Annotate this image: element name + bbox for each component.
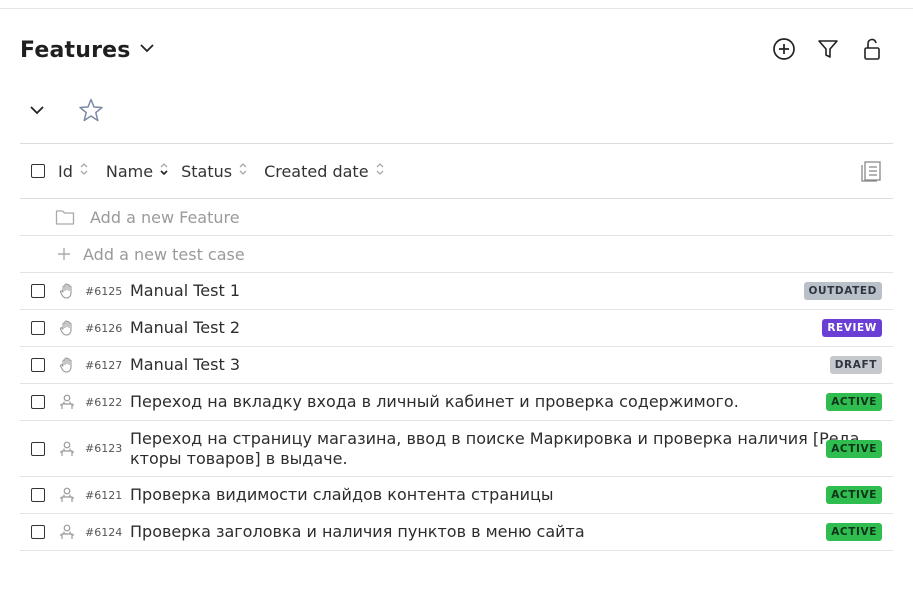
select-all-checkbox[interactable] [31, 164, 45, 178]
table-row[interactable]: #6126 Manual Test 2 REVIEW [20, 310, 893, 347]
test-case-name[interactable]: Manual Test 3 [130, 355, 240, 375]
automated-robot-icon [58, 523, 76, 541]
column-id[interactable]: Id [58, 161, 89, 181]
test-case-id: #6127 [85, 358, 123, 372]
table-row[interactable]: #6121 Проверка видимости слайдов контента… [20, 477, 893, 514]
automated-robot-icon [58, 393, 76, 411]
column-status[interactable]: Status [181, 161, 248, 181]
page-header: Features [20, 34, 893, 66]
test-case-name-line: Переход на вкладку входа в личный кабине… [130, 392, 739, 411]
row-checkbox[interactable] [31, 441, 45, 456]
column-name[interactable]: Name [106, 161, 169, 181]
test-case-table: Id Name Status Created date Add a new Fe… [20, 143, 893, 551]
plus-circle-icon[interactable] [771, 36, 797, 62]
test-case-name[interactable]: Manual Test 1 [130, 281, 240, 301]
test-case-name[interactable]: Переход на вкладку входа в личный кабине… [130, 392, 739, 412]
table-header: Id Name Status Created date [20, 143, 893, 199]
row-checkbox[interactable] [31, 284, 45, 298]
table-row[interactable]: #6122 Переход на вкладку входа в личный к… [20, 384, 893, 421]
title-dropdown[interactable]: Features [20, 34, 155, 66]
column-created-date[interactable]: Created date [264, 161, 384, 181]
row-checkbox[interactable] [31, 321, 45, 335]
manual-hand-icon [58, 356, 76, 374]
test-case-id: #6121 [85, 488, 123, 502]
test-case-name-line: Manual Test 3 [130, 355, 240, 374]
filter-icon[interactable] [815, 36, 841, 62]
test-case-name-line: Manual Test 2 [130, 318, 240, 337]
test-case-id: #6125 [85, 284, 123, 298]
status-badge: ACTIVE [826, 393, 882, 411]
row-checkbox[interactable] [31, 488, 45, 502]
sort-desc-icon [159, 161, 169, 181]
manual-hand-icon [58, 282, 76, 300]
table-row[interactable]: #6125 Manual Test 1 OUTDATED [20, 273, 893, 310]
table-row[interactable]: #6124 Проверка заголовка и наличия пункто… [20, 514, 893, 551]
test-case-id: #6124 [85, 525, 123, 539]
secondary-toolbar [28, 98, 104, 126]
column-id-label: Id [58, 161, 73, 181]
sort-icon [238, 161, 248, 181]
status-badge: ACTIVE [826, 523, 882, 541]
test-case-name-line: Переход на страницу магазина, ввод в пои… [130, 428, 860, 448]
page-title: Features [20, 37, 131, 63]
test-case-name-line: Manual Test 1 [130, 281, 240, 300]
plus-icon [57, 247, 71, 261]
top-divider [0, 8, 913, 9]
row-checkbox[interactable] [31, 358, 45, 372]
add-feature-label: Add a new Feature [90, 207, 240, 227]
test-case-name[interactable]: Проверка видимости слайдов контента стра… [130, 485, 554, 505]
table-row[interactable]: #6127 Manual Test 3 DRAFT [20, 347, 893, 384]
add-test-case-row[interactable]: Add a new test case [20, 236, 893, 273]
folder-icon [55, 208, 75, 226]
add-feature-row[interactable]: Add a new Feature [20, 199, 893, 236]
row-checkbox[interactable] [31, 395, 45, 409]
status-badge: REVIEW [822, 319, 882, 337]
chevron-down-icon[interactable] [139, 40, 155, 60]
star-icon[interactable] [78, 97, 104, 127]
test-case-id: #6126 [85, 321, 123, 335]
status-badge: ACTIVE [826, 439, 882, 458]
add-test-case-label: Add a new test case [83, 244, 245, 264]
test-case-name[interactable]: Manual Test 2 [130, 318, 240, 338]
column-status-label: Status [181, 161, 233, 181]
column-created-date-label: Created date [264, 161, 369, 181]
sort-icon [79, 161, 89, 181]
test-case-name-line: Проверка заголовка и наличия пунктов в м… [130, 522, 585, 541]
automated-robot-icon [58, 440, 76, 458]
manual-hand-icon [58, 319, 76, 337]
unlock-icon[interactable] [859, 36, 885, 62]
test-case-name-line: кторы товаров] в выдаче. [130, 448, 348, 468]
chevron-down-icon[interactable] [28, 101, 46, 123]
test-case-name-line: Проверка видимости слайдов контента стра… [130, 485, 554, 504]
row-checkbox[interactable] [31, 525, 45, 539]
sort-icon [375, 161, 385, 181]
test-case-id: #6123 [85, 442, 123, 455]
automated-robot-icon [58, 486, 76, 504]
status-badge: DRAFT [829, 356, 882, 374]
table-row[interactable]: #6123 Переход на страницу магазина, ввод … [20, 421, 893, 477]
column-settings-icon[interactable] [859, 159, 883, 187]
column-name-label: Name [105, 161, 154, 181]
status-badge: ACTIVE [826, 486, 882, 504]
status-badge: OUTDATED [803, 282, 882, 300]
test-case-name[interactable]: Проверка заголовка и наличия пунктов в м… [130, 522, 585, 542]
test-case-name[interactable]: Переход на страницу магазина, ввод в пои… [130, 429, 859, 469]
test-case-id: #6122 [85, 395, 123, 409]
